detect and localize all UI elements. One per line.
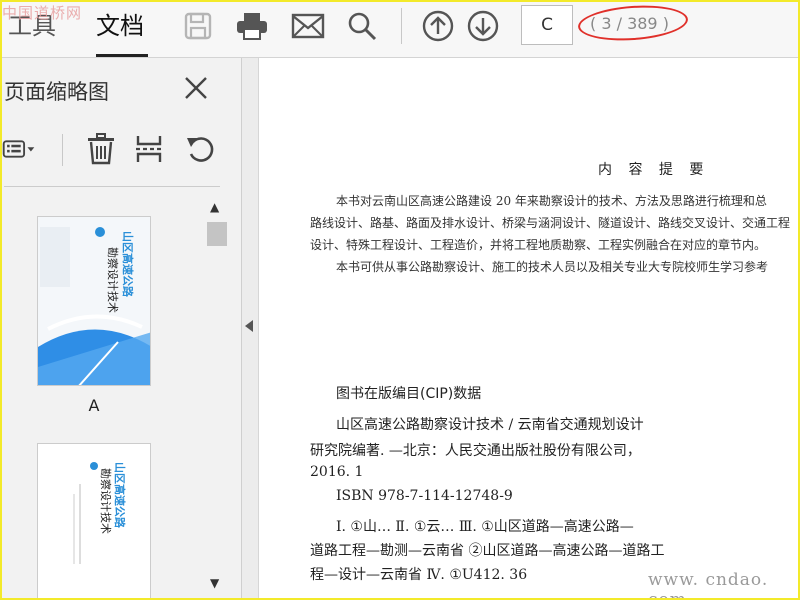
summary-line: 路线设计、路基、路面及排水设计、桥梁与涵洞设计、隧道设计、路线交叉设计、交通工程 — [310, 216, 791, 230]
rotate-icon — [187, 137, 214, 162]
save-icon — [184, 12, 212, 40]
cip-line: 道路工程—勘测—云南省 ②山区道路—高速公路—道路工 — [310, 543, 665, 559]
cover-subtitle-vertical: 勘察设计技术 — [106, 247, 120, 313]
highlight-annotation — [576, 2, 690, 44]
tab-document[interactable]: 文档 — [96, 6, 144, 41]
email-button[interactable] — [290, 8, 326, 44]
summary-line: 设计、特殊工程设计、工程造价，并将工程地质勘察、工程实例融合在对应的章节内。 — [310, 238, 767, 252]
cover-title-vertical: 山区高速公路 — [121, 231, 135, 298]
summary-line: 本书可供从事公路勘察设计、施工的技术人员以及相关专业大专院校师生学习参考 — [336, 260, 769, 274]
search-button[interactable] — [344, 8, 380, 44]
cip-line: 2016. 1 — [310, 464, 364, 480]
panel-collapse-handle[interactable] — [242, 58, 259, 600]
summary-line: 本书对云南山区高速公路建设 20 年来勘察设计的技术、方法及思路进行梳理和总 — [336, 194, 767, 208]
title-page-heading: 山区高速公路 — [113, 462, 127, 529]
scroll-down-icon[interactable]: ▼ — [210, 576, 219, 590]
main-toolbar: 工具 文档 C ( 3 / 389 ) — [0, 0, 800, 58]
extract-page-button[interactable] — [132, 132, 166, 166]
arrow-up-circle-icon — [422, 10, 454, 42]
summary-heading: 内 容 提 要 — [598, 162, 710, 178]
page-thumbnail-a[interactable]: 山区高速公路 勘察设计技术 — [37, 216, 151, 386]
save-button[interactable] — [180, 8, 216, 44]
mail-icon — [291, 13, 325, 39]
thumbnail-options-button[interactable] — [2, 132, 36, 166]
close-panel-button[interactable] — [180, 72, 212, 104]
title-page-image: 山区高速公路 勘察设计技术 — [38, 444, 150, 600]
panel-title: 页面缩略图 — [4, 80, 109, 104]
trash-icon — [88, 133, 114, 165]
rotate-page-button[interactable] — [184, 132, 218, 166]
cip-line: 山区高速公路勘察设计技术 / 云南省交通规划设计 — [336, 417, 644, 433]
cip-line: 程—设计—云南省 Ⅳ. ①U412. 36 — [310, 567, 528, 583]
toolbar-divider — [401, 8, 402, 44]
thumbnail-toolbar-divider — [62, 134, 63, 166]
next-page-button[interactable] — [465, 8, 501, 44]
thumbnail-toolbar — [0, 128, 220, 176]
printer-icon — [237, 13, 267, 40]
cip-heading: 图书在版编目(CIP)数据 — [336, 386, 482, 402]
previous-page-button[interactable] — [420, 8, 456, 44]
search-icon — [348, 12, 377, 41]
cip-line: 研究院编著. —北京：人民交通出版社股份有限公司， — [310, 443, 641, 459]
thumbnail-panel: 页面缩略图 山区高速公路 勘察设计技术 A 山区高速公路 勘察设计技术 ▲ ▼ — [0, 58, 242, 600]
delete-page-button[interactable] — [84, 132, 118, 166]
list-dropdown-icon — [2, 140, 35, 158]
collapse-left-icon[interactable] — [245, 320, 253, 332]
active-tab-indicator — [96, 54, 148, 57]
page-count-label: ( 3 / 389 ) — [576, 2, 690, 44]
title-page-subheading: 勘察设计技术 — [99, 468, 113, 534]
scrollbar-thumb[interactable] — [207, 222, 227, 246]
page-thumbnail-b[interactable]: 山区高速公路 勘察设计技术 — [37, 443, 151, 600]
site-watermark: 中国道桥网 — [2, 4, 83, 22]
panel-divider — [4, 186, 220, 187]
cip-line: Ⅰ. ①山… Ⅱ. ①云… Ⅲ. ①山区道路—高速公路— — [336, 519, 634, 535]
book-cover-image: 山区高速公路 勘察设计技术 — [38, 217, 150, 385]
thumbnail-label: A — [88, 396, 100, 415]
thumbnail-scrollbar[interactable]: ▲ ▼ — [204, 198, 230, 600]
page-number-input[interactable]: C — [521, 5, 573, 45]
close-icon — [185, 77, 207, 99]
print-button[interactable] — [234, 8, 270, 44]
document-page: 内 容 提 要 本书对云南山区高速公路建设 20 年来勘察设计的技术、方法及思路… — [260, 58, 800, 600]
scroll-up-icon[interactable]: ▲ — [210, 200, 219, 214]
thumbnail-list: 山区高速公路 勘察设计技术 A 山区高速公路 勘察设计技术 — [0, 198, 204, 600]
footer-watermark: www. cndao. com — [648, 570, 769, 600]
page-split-icon — [136, 136, 162, 162]
cip-line: ISBN 978-7-114-12748-9 — [336, 488, 513, 504]
arrow-down-circle-icon — [467, 10, 499, 42]
